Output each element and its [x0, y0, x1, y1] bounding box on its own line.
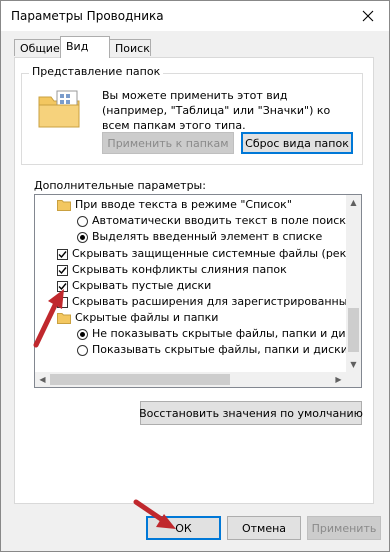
scroll-down-icon[interactable]: ▼: [346, 357, 361, 372]
checkbox[interactable]: [57, 280, 68, 292]
list-item-radio[interactable]: Не показывать скрытые файлы, папки и дис…: [77, 326, 362, 342]
checkbox[interactable]: [57, 248, 68, 260]
list-item-label: Не показывать скрытые файлы, папки и дис…: [92, 327, 362, 340]
list-item-folder: Скрытые файлы и папки: [57, 310, 218, 326]
check-icon: [58, 250, 67, 258]
radio-dot: [80, 331, 85, 337]
cancel-label: Отмена: [241, 521, 287, 535]
folder-icon: [57, 200, 71, 211]
apply-button[interactable]: Применить: [307, 516, 381, 540]
list-item-radio[interactable]: Выделять введенный элемент в списке: [77, 229, 322, 245]
folder-icon: [57, 313, 71, 324]
tab-search-label: Поиск: [115, 42, 150, 55]
tab-general-label: Общие: [20, 42, 60, 55]
window-title: Параметры Проводника: [11, 9, 164, 23]
restore-defaults-button[interactable]: Восстановить значения по умолчанию: [139, 401, 363, 425]
list-item-label: При вводе текста в режиме "Список": [75, 198, 292, 211]
checkbox[interactable]: [57, 264, 68, 276]
list-item-checkbox[interactable]: Скрывать расширения для зарегистрированн…: [57, 294, 362, 310]
vertical-scrollbar[interactable]: ▲ ▼: [346, 195, 361, 372]
ok-label: ОК: [175, 521, 192, 535]
list-item-label: Показывать скрытые файлы, папки и диски: [92, 343, 348, 356]
apply-label: Применить: [311, 521, 377, 535]
list-item-label: Выделять введенный элемент в списке: [92, 230, 323, 243]
radio-button[interactable]: [77, 215, 88, 227]
reset-folders-button[interactable]: Сброс вида папок: [241, 132, 353, 154]
radio-button[interactable]: [77, 231, 88, 243]
check-icon: [58, 266, 67, 274]
folder-grid-icon: [38, 90, 80, 128]
list-item-label: Автоматически вводить текст в поле поиск…: [92, 214, 353, 227]
list-item-checkbox[interactable]: Скрывать пустые диски: [57, 278, 211, 294]
list-item-checkbox[interactable]: Скрывать защищенные системные файлы (рек…: [57, 246, 362, 262]
apply-to-folders-button[interactable]: Применить к папкам: [102, 132, 234, 154]
tab-search[interactable]: Поиск: [109, 39, 151, 56]
horizontal-scrollbar[interactable]: ◀ ▶: [35, 372, 346, 387]
folder-options-window: Параметры Проводника Общие Вид Поиск Пре…: [0, 0, 390, 552]
reset-folders-label: Сброс вида папок: [245, 136, 349, 150]
scroll-right-icon[interactable]: ▶: [331, 372, 346, 387]
check-icon: [58, 282, 67, 290]
list-item-checkbox[interactable]: Скрывать конфликты слияния папок: [57, 262, 287, 278]
ok-button[interactable]: ОК: [146, 516, 221, 540]
close-button[interactable]: [347, 1, 389, 31]
radio-dot: [80, 234, 85, 240]
scrollbar-corner: [346, 372, 361, 387]
advanced-settings-label: Дополнительные параметры:: [34, 179, 206, 192]
list-item-label: Скрытые файлы и папки: [75, 311, 219, 324]
list-item-label: Скрывать пустые диски: [72, 279, 212, 292]
list-item-radio[interactable]: Показывать скрытые файлы, папки и диски: [77, 342, 348, 358]
close-icon: [362, 10, 374, 22]
vertical-scroll-thumb[interactable]: [348, 308, 359, 352]
list-item-folder: При вводе текста в режиме "Список": [57, 197, 292, 213]
folder-view-description: Вы можете применить этот вид (например, …: [102, 89, 331, 132]
apply-to-folders-label: Применить к папкам: [107, 136, 229, 150]
cancel-button[interactable]: Отмена: [227, 516, 301, 540]
scroll-up-icon[interactable]: ▲: [346, 195, 361, 210]
radio-button[interactable]: [77, 328, 88, 340]
checkbox[interactable]: [57, 296, 68, 308]
restore-defaults-label: Восстановить значения по умолчанию: [139, 406, 363, 420]
list-item-label: Скрывать расширения для зарегистрированн…: [72, 295, 362, 308]
tab-view-label: Вид: [66, 40, 89, 53]
list-item-label: Скрывать защищенные системные файлы (рек…: [72, 247, 362, 260]
advanced-settings-list[interactable]: При вводе текста в режиме "Список" Автом…: [34, 194, 362, 388]
scroll-left-icon[interactable]: ◀: [35, 372, 50, 387]
tab-view[interactable]: Вид: [60, 36, 110, 58]
list-item-radio[interactable]: Автоматически вводить текст в поле поиск…: [77, 213, 353, 229]
folder-view-group-title: Представление папок: [29, 65, 164, 78]
list-item-label: Скрывать конфликты слияния папок: [72, 263, 287, 276]
radio-button[interactable]: [77, 344, 88, 356]
title-bar[interactable]: Параметры Проводника: [1, 1, 389, 31]
horizontal-scroll-thumb[interactable]: [50, 374, 230, 385]
tab-general[interactable]: Общие: [14, 39, 61, 56]
